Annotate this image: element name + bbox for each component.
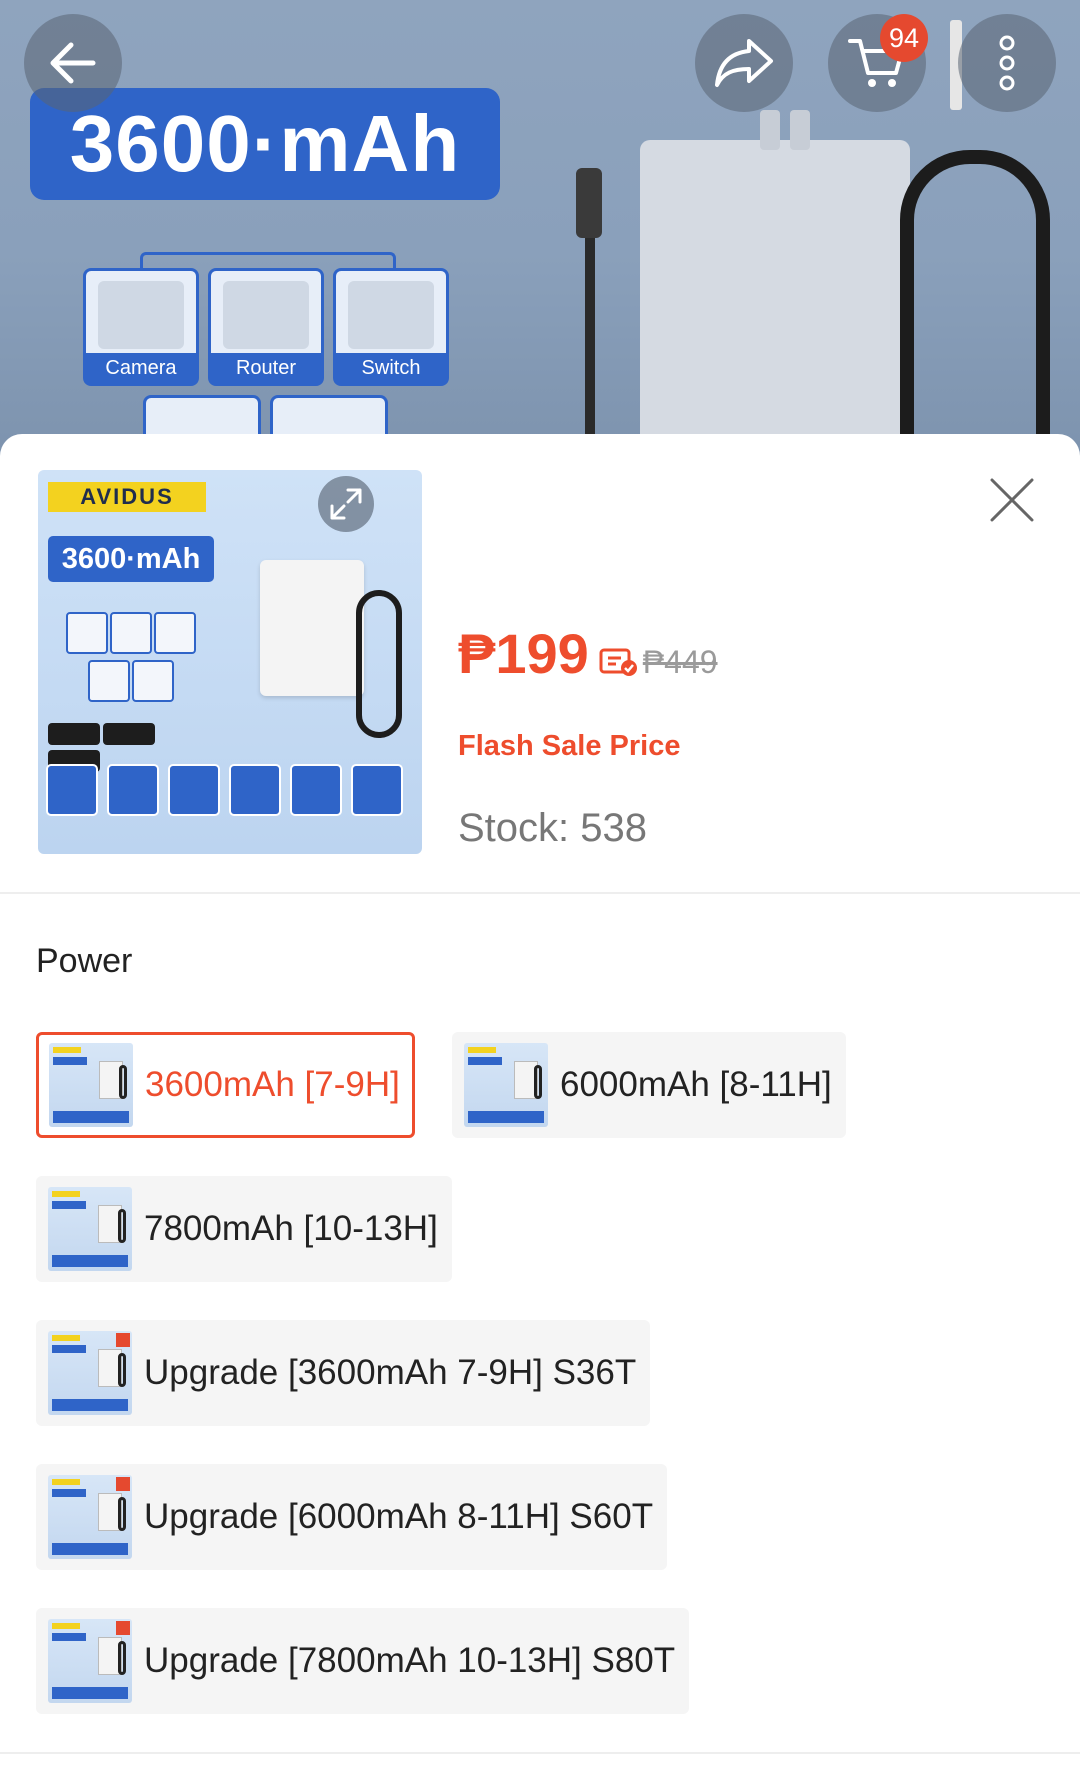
cart-count-badge: 94 — [880, 14, 928, 62]
thumb-feature-icon — [290, 764, 342, 816]
hero-device-camera: Camera — [83, 268, 199, 386]
thumb-cable — [356, 590, 402, 738]
more-vertical-icon — [999, 35, 1015, 91]
option-thumbnail — [48, 1187, 132, 1271]
original-price: ₱449 — [642, 644, 718, 680]
unit-tab — [790, 110, 810, 150]
divider — [0, 892, 1080, 894]
option-6000mah[interactable]: 6000mAh [8-11H] — [452, 1032, 846, 1138]
close-icon — [990, 478, 1034, 522]
thumb-feature-icon — [46, 764, 98, 816]
product-thumbnail[interactable]: AVIDUS 3600·mAh — [38, 470, 422, 854]
price-row: ₱199 ₱449 — [458, 622, 718, 686]
hero-coiled-cable — [900, 150, 1050, 460]
hero-device-label: Switch — [336, 353, 446, 383]
option-7800mah[interactable]: 7800mAh [10-13H] — [36, 1176, 452, 1282]
option-label: 6000mAh [8-11H] — [560, 1065, 832, 1104]
option-upgrade-s60t[interactable]: Upgrade [6000mAh 8-11H] S60T — [36, 1464, 668, 1570]
close-sheet-button[interactable] — [984, 472, 1040, 528]
thumb-feature-icon — [229, 764, 281, 816]
hero-power-unit — [640, 110, 910, 460]
option-thumbnail — [48, 1331, 132, 1415]
option-label: Upgrade [3600mAh 7-9H] S36T — [144, 1353, 637, 1392]
thumb-feature-icon — [168, 764, 220, 816]
option-thumbnail — [48, 1619, 132, 1703]
option-thumbnail — [48, 1475, 132, 1559]
product-hero-image: 3600·mAh Camera Router Switch 94 — [0, 0, 1080, 460]
share-arrow-icon — [715, 39, 773, 87]
thumbnail-capacity-badge: 3600·mAh — [48, 536, 214, 582]
thumb-device-emergency — [132, 660, 174, 702]
divider — [0, 1752, 1080, 1754]
option-label: Upgrade [6000mAh 8-11H] S60T — [144, 1497, 654, 1536]
router-picture — [223, 281, 309, 349]
option-thumbnail — [464, 1043, 548, 1127]
hero-dc-plug — [576, 168, 602, 238]
thumb-feature-icon — [107, 764, 159, 816]
arrow-left-icon — [50, 42, 96, 84]
thumb-device-timecard — [88, 660, 130, 702]
thumb-device-router — [110, 612, 152, 654]
variation-title: Power — [36, 942, 133, 980]
option-label: 3600mAh [7-9H] — [145, 1065, 400, 1104]
option-upgrade-s36t[interactable]: Upgrade [3600mAh 7-9H] S36T — [36, 1320, 651, 1426]
hero-device-label: Router — [211, 353, 321, 383]
hero-device-switch: Switch — [333, 268, 449, 386]
option-label: Upgrade [7800mAh 10-13H] S80T — [144, 1641, 676, 1680]
thumb-power-unit — [260, 560, 364, 696]
thumb-feature-icon — [351, 764, 403, 816]
unit-tab — [760, 110, 780, 150]
thumb-device-switch — [154, 612, 196, 654]
variant-selection-sheet: AVIDUS 3600·mAh ₱199 ₱449 Flash Sale Pri… — [0, 434, 1080, 1778]
camera-picture — [98, 281, 184, 349]
brand-logo: AVIDUS — [48, 482, 206, 512]
option-thumbnail — [49, 1043, 133, 1127]
thumb-badge-strip — [48, 723, 212, 772]
hero-device-label: Camera — [86, 353, 196, 383]
sale-price: ₱199 — [458, 622, 589, 685]
back-button[interactable] — [24, 14, 122, 112]
option-label: 7800mAh [10-13H] — [144, 1209, 438, 1248]
flash-sale-label: Flash Sale Price — [458, 730, 681, 762]
option-3600mah[interactable]: 3600mAh [7-9H] — [36, 1032, 415, 1138]
expand-image-button[interactable] — [318, 476, 374, 532]
coupon-verified-icon — [599, 648, 637, 676]
more-options-button[interactable] — [958, 14, 1056, 112]
switch-picture — [348, 281, 434, 349]
share-button[interactable] — [695, 14, 793, 112]
option-upgrade-s80t[interactable]: Upgrade [7800mAh 10-13H] S80T — [36, 1608, 690, 1714]
hero-capacity-badge: 3600·mAh — [30, 88, 500, 200]
expand-icon — [330, 488, 362, 520]
thumb-device-camera — [66, 612, 108, 654]
hero-device-router: Router — [208, 268, 324, 386]
stock-count: Stock: 538 — [458, 806, 648, 850]
